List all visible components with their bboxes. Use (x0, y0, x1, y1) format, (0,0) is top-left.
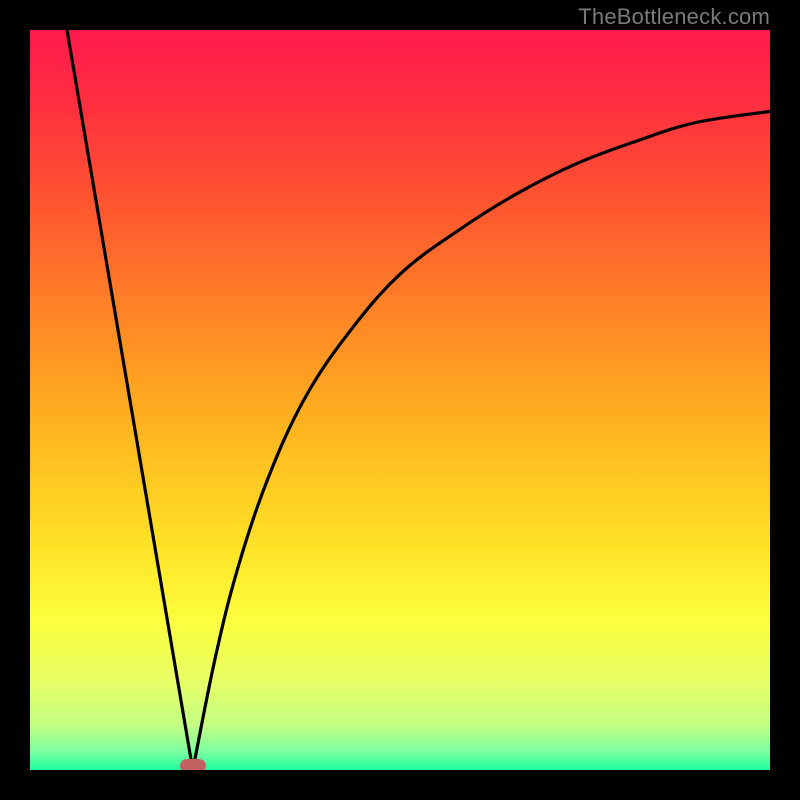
plot-area (30, 30, 770, 770)
watermark-text: TheBottleneck.com (578, 4, 770, 30)
vertex-marker (180, 759, 206, 770)
bottleneck-curve (30, 30, 770, 770)
chart-frame: TheBottleneck.com (0, 0, 800, 800)
